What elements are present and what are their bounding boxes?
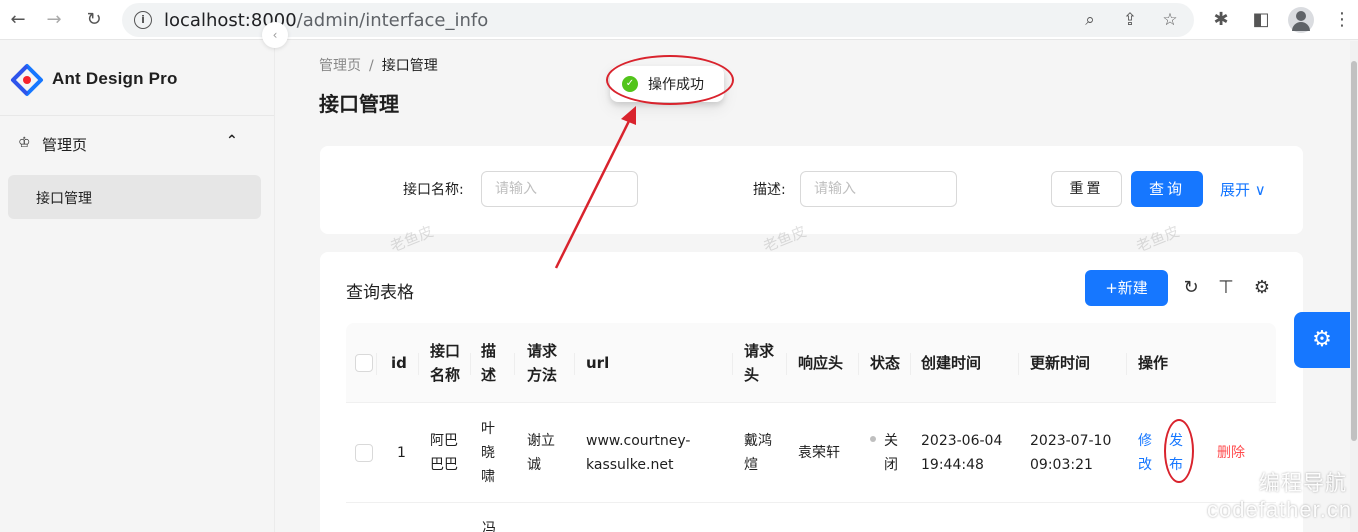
- next-row-desc-peek: 冯: [482, 521, 496, 532]
- chevron-up-icon: ⌃: [226, 133, 238, 149]
- table-header: id 接口 名称 描述 请求 方法 url 请求头 响应头 状态 创建时间 更新时间…: [346, 323, 1276, 403]
- new-button[interactable]: +新建: [1085, 270, 1168, 306]
- header-id[interactable]: id: [391, 351, 407, 375]
- header-actions: 操作: [1138, 354, 1169, 372]
- reload-icon[interactable]: ↻: [82, 8, 106, 32]
- expand-link[interactable]: 展开 ∨: [1220, 179, 1266, 200]
- page-title: 接口管理: [319, 92, 399, 116]
- cell-response-header: 袁荣轩: [798, 445, 840, 461]
- breadcrumb: 管理页 / 接口管理: [319, 55, 438, 75]
- scrollbar-thumb[interactable]: [1351, 61, 1357, 441]
- table-card: 查询表格 +新建 ↻ ⊤ ⚙ id 接口 名称 描述 请求 方法 url 请求头 响…: [320, 252, 1303, 532]
- sidebar-item-interface-management[interactable]: 接口管理: [8, 175, 261, 219]
- table-title: 查询表格: [346, 283, 414, 303]
- page-scrollbar[interactable]: [1350, 41, 1358, 532]
- sidebar-group-admin[interactable]: ♔ 管理页 ⌃: [0, 125, 274, 165]
- corner-watermark-title: 编程导航: [1259, 471, 1347, 495]
- row-checkbox[interactable]: [355, 444, 373, 462]
- chevron-down-icon: ∨: [1254, 181, 1266, 199]
- chevron-left-icon[interactable]: ‹: [262, 22, 288, 48]
- column-divider: [858, 353, 859, 375]
- column-divider: [418, 353, 419, 375]
- column-divider: [470, 353, 471, 375]
- header-created-at[interactable]: 创建时间: [921, 351, 981, 375]
- profile-icon[interactable]: [1288, 7, 1314, 33]
- column-divider: [910, 353, 911, 375]
- header-method[interactable]: 请求 方法: [527, 339, 557, 387]
- corner-watermark-url: codefather.cn: [1207, 497, 1353, 522]
- brand-title[interactable]: Ant Design Pro: [52, 69, 178, 89]
- sidebar: Ant Design Pro ♔ 管理页 ⌃ 接口管理: [0, 41, 275, 532]
- desc-field-label: 描述:: [753, 182, 786, 198]
- status-badge: [870, 436, 876, 442]
- kebab-menu-icon[interactable]: ⋮: [1330, 8, 1354, 32]
- cell-updated-at: 2023-07-10 09:03:21: [1030, 433, 1112, 473]
- setting-icon[interactable]: ⚙: [1251, 277, 1273, 299]
- table-row: 1 阿巴 巴巴 叶晓啸 谢立诚 www.courtney-kassulke.net…: [346, 403, 1276, 503]
- settings-drawer-button[interactable]: ⚙: [1294, 312, 1350, 368]
- select-all-checkbox[interactable]: [355, 354, 373, 372]
- cell-status: 关闭: [870, 429, 898, 477]
- breadcrumb-root[interactable]: 管理页: [319, 58, 361, 74]
- column-divider: [574, 353, 575, 375]
- breadcrumb-current: 接口管理: [381, 58, 438, 74]
- info-icon[interactable]: i: [134, 11, 152, 29]
- breadcrumb-separator: /: [369, 58, 374, 74]
- cell-url: www.courtney-kassulke.net: [586, 433, 691, 473]
- reload-icon[interactable]: ↻: [1180, 277, 1202, 299]
- arrow-left-icon[interactable]: ←: [6, 8, 30, 32]
- publish-link[interactable]: 发布: [1169, 429, 1183, 477]
- sidebar-item-label: 接口管理: [36, 191, 92, 207]
- column-divider: [1126, 353, 1127, 375]
- header-name[interactable]: 接口 名称: [430, 339, 460, 387]
- browser-toolbar: ← → ↻ i localhost:8000/admin/interface_i…: [0, 0, 1358, 40]
- check-circle-icon: ✓: [622, 76, 638, 92]
- edit-link[interactable]: 修改: [1138, 429, 1152, 477]
- url-text[interactable]: localhost:8000/admin/interface_info: [164, 10, 488, 31]
- desc-input[interactable]: [800, 171, 957, 207]
- column-divider: [376, 353, 377, 375]
- star-icon[interactable]: ☆: [1160, 10, 1180, 30]
- reset-button[interactable]: 重置: [1051, 171, 1122, 207]
- header-status[interactable]: 状态: [870, 351, 900, 375]
- query-button[interactable]: 查询: [1131, 171, 1203, 207]
- column-divider: [732, 353, 733, 375]
- header-url[interactable]: url: [586, 351, 609, 375]
- name-field-label: 接口名称:: [403, 182, 464, 198]
- zoom-icon[interactable]: ⌕: [1080, 10, 1100, 30]
- delete-link[interactable]: 删除: [1217, 441, 1245, 465]
- success-toast: ✓ 操作成功: [610, 66, 724, 102]
- cell-desc: 叶晓啸: [481, 421, 495, 485]
- toast-message: 操作成功: [648, 77, 704, 93]
- sidepanel-icon[interactable]: ◧: [1249, 8, 1273, 32]
- ant-design-logo-icon[interactable]: [10, 63, 44, 97]
- search-form: 接口名称: 描述: 重置 查询 展开 ∨: [320, 146, 1303, 234]
- sidebar-group-label: 管理页: [42, 136, 88, 154]
- header-response-header[interactable]: 响应头: [798, 351, 843, 375]
- column-divider: [786, 353, 787, 375]
- cell-id: 1: [397, 445, 406, 461]
- name-input[interactable]: [481, 171, 638, 207]
- cell-method: 谢立诚: [527, 433, 555, 473]
- crown-icon: ♔: [18, 135, 31, 151]
- cell-request-header: 戴鸿煊: [744, 433, 772, 473]
- header-request-header[interactable]: 请求头: [744, 339, 774, 387]
- gear-icon: ⚙: [1312, 327, 1332, 352]
- expand-label: 展开: [1220, 181, 1251, 199]
- column-height-icon[interactable]: ⊤: [1215, 277, 1237, 299]
- header-updated-at[interactable]: 更新时间: [1030, 351, 1090, 375]
- arrow-right-icon[interactable]: →: [42, 8, 66, 32]
- puzzle-icon[interactable]: ✱: [1209, 8, 1233, 32]
- sidebar-divider: [0, 115, 274, 116]
- cell-name: 阿巴 巴巴: [430, 433, 458, 473]
- cell-created-at: 2023-06-04 19:44:48: [921, 433, 1003, 473]
- column-divider: [1018, 353, 1019, 375]
- header-desc[interactable]: 描述: [481, 339, 496, 387]
- column-divider: [514, 353, 515, 375]
- share-icon[interactable]: ⇪: [1120, 10, 1140, 30]
